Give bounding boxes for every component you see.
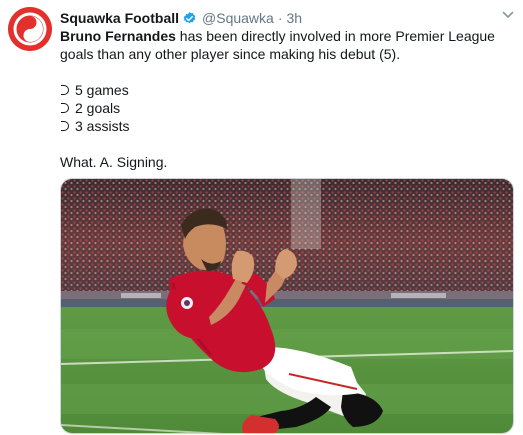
bullet-text: 3 assists (75, 118, 130, 134)
user-handle[interactable]: @Squawka (202, 9, 274, 27)
tweet-card[interactable]: Squawka Football @Squawka · 3h Bruno Fer… (0, 0, 523, 435)
list-item: 3 assists (60, 117, 510, 135)
display-name[interactable]: Squawka Football (60, 9, 179, 27)
celebration-photo (61, 179, 513, 433)
bullet-text: 2 goals (75, 100, 121, 116)
tweet-header: Squawka Football @Squawka · 3h (60, 9, 302, 27)
squawka-logo-icon (8, 7, 52, 51)
tweet-text: Bruno Fernandes has been directly involv… (60, 27, 510, 171)
bullet-text: 5 games (75, 82, 129, 98)
separator-dot: · (277, 10, 283, 26)
bullet-icon (61, 103, 69, 113)
avatar[interactable] (8, 7, 52, 51)
chevron-down-icon[interactable] (501, 8, 515, 22)
verified-badge-icon (182, 11, 197, 26)
list-item: 2 goals (60, 99, 510, 117)
player-name: Bruno Fernandes (60, 28, 176, 44)
tweet-lead: Bruno Fernandes has been directly involv… (60, 27, 510, 63)
list-item: 5 games (60, 81, 510, 99)
timestamp[interactable]: 3h (287, 9, 303, 27)
bullet-icon (61, 121, 69, 131)
bullet-icon (61, 85, 69, 95)
tweet-closing: What. A. Signing. (60, 154, 168, 170)
tweet-photo[interactable] (60, 178, 514, 434)
